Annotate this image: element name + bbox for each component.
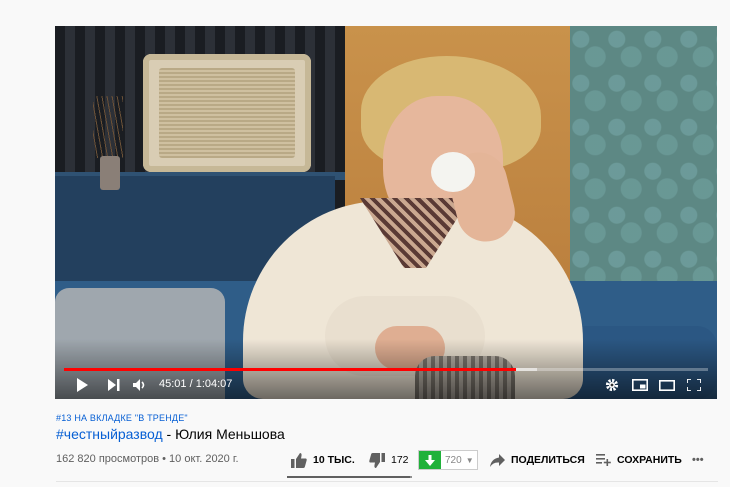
play-button[interactable] (71, 374, 93, 396)
thumbs-down-icon (369, 452, 385, 468)
save-button[interactable]: СОХРАНИТЬ (596, 448, 682, 472)
top-strip (0, 0, 730, 26)
next-button[interactable] (103, 374, 125, 396)
sentiment-bar (287, 476, 412, 478)
like-button[interactable]: 10 ТЫС. (291, 448, 355, 472)
volume-icon (133, 379, 145, 391)
thumbs-up-icon (291, 452, 307, 468)
fullscreen-icon (687, 379, 701, 391)
sentiment-bar-likes (287, 476, 410, 478)
duration: 1:04:07 (195, 378, 233, 390)
hashtag-link[interactable]: #честныйразвод (56, 426, 163, 442)
current-time: 45:01 (159, 378, 187, 390)
share-arrow-icon (490, 453, 505, 467)
divider (56, 481, 718, 482)
dislike-count: 172 (391, 454, 409, 466)
play-icon (77, 378, 88, 392)
view-count: 162 820 просмотров (56, 453, 160, 465)
download-count: 720 (445, 454, 462, 466)
meta-separator: • (159, 453, 170, 465)
scene-tissue (431, 152, 475, 192)
theater-button[interactable] (656, 374, 678, 396)
scene-speaker-grill (159, 68, 295, 158)
download-widget[interactable]: 720 ▼ (418, 450, 478, 470)
settings-button[interactable] (601, 374, 623, 396)
like-count: 10 ТЫС. (313, 454, 355, 466)
miniplayer-button[interactable] (629, 374, 651, 396)
theater-icon (659, 379, 675, 391)
download-arrow-icon (425, 454, 435, 466)
player-controls: 45:01 / 1:04:07 (55, 374, 717, 396)
more-actions-button[interactable]: ••• (692, 448, 704, 472)
scene-diffuser-sticks (93, 96, 123, 158)
publish-date: 10 окт. 2020 г. (169, 453, 239, 465)
video-player[interactable]: 45:01 / 1:04:07 (55, 26, 717, 399)
save-label: СОХРАНИТЬ (617, 454, 682, 466)
share-label: ПОДЕЛИТЬСЯ (511, 454, 585, 466)
progress-played (64, 368, 517, 371)
time-separator: / (186, 378, 196, 390)
download-button[interactable] (419, 451, 441, 469)
video-meta: 162 820 просмотров • 10 окт. 2020 г. (56, 453, 239, 465)
progress-bar[interactable] (64, 368, 708, 371)
miniplayer-icon (632, 379, 648, 391)
trending-badge[interactable]: #13 НА ВКЛАДКЕ "В ТРЕНДЕ" (56, 413, 188, 423)
gear-icon (605, 378, 619, 392)
video-title: #честныйразвод - Юлия Меньшова (56, 426, 285, 442)
more-icon: ••• (692, 454, 704, 466)
share-button[interactable]: ПОДЕЛИТЬСЯ (490, 448, 585, 472)
dislike-button[interactable]: 172 (369, 448, 409, 472)
title-text: - Юлия Меньшова (162, 426, 285, 442)
time-display: 45:01 / 1:04:07 (159, 378, 232, 390)
fullscreen-button[interactable] (683, 374, 705, 396)
chevron-down-icon[interactable]: ▼ (462, 456, 474, 465)
next-icon (108, 379, 120, 391)
scene-diffuser (100, 156, 120, 190)
volume-button[interactable] (129, 374, 151, 396)
playlist-add-icon (596, 454, 611, 466)
